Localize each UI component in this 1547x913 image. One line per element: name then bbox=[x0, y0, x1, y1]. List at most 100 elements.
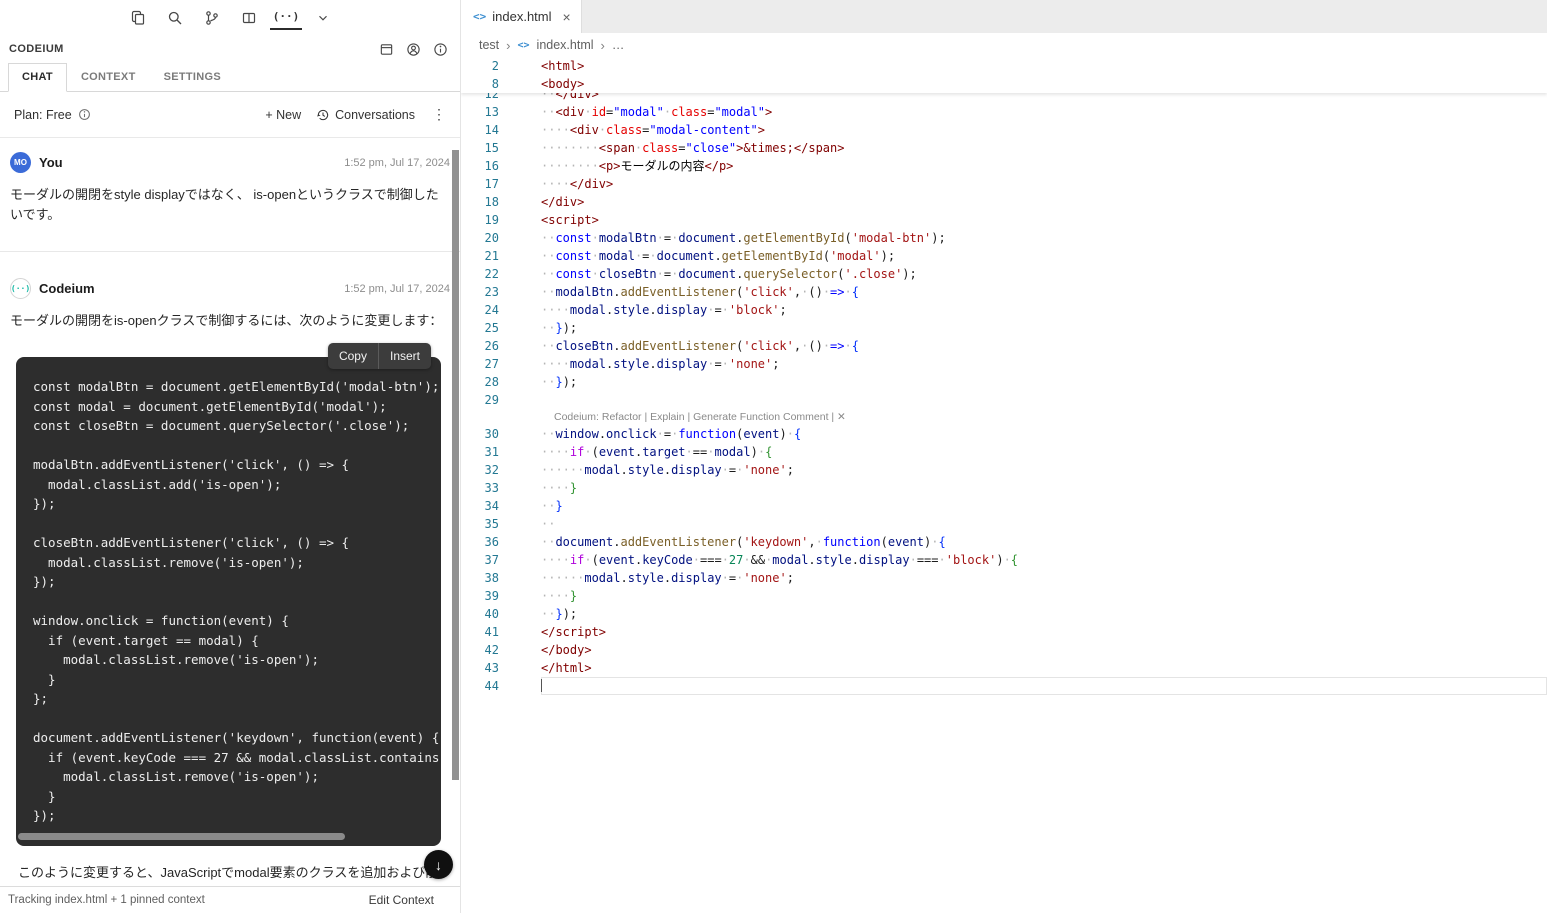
line-content[interactable]: ··}); bbox=[541, 605, 1547, 623]
line-number[interactable]: 43 bbox=[461, 659, 499, 677]
editor-code-area[interactable]: 2<html>8<body> 12··</div>13··<div·id="mo… bbox=[461, 57, 1547, 913]
line-number[interactable]: 39 bbox=[461, 587, 499, 605]
scroll-to-bottom-button[interactable]: ↓ bbox=[424, 850, 453, 879]
code-line[interactable]: 39 ····} bbox=[461, 587, 1547, 605]
line-number[interactable]: 16 bbox=[461, 157, 499, 175]
chevron-down-icon[interactable] bbox=[313, 7, 333, 29]
code-line[interactable]: 20 ··const·modalBtn·=·document.getElement… bbox=[461, 229, 1547, 247]
chat-scrollbar-thumb[interactable] bbox=[452, 150, 459, 780]
line-content[interactable]: ··} bbox=[541, 497, 1547, 515]
line-content[interactable] bbox=[541, 677, 1547, 695]
code-line[interactable]: 28 ··}); bbox=[461, 373, 1547, 391]
line-number[interactable]: 2 bbox=[461, 57, 499, 75]
code-line[interactable]: 31 ····if·(event.target·==·modal)·{ bbox=[461, 443, 1547, 461]
line-number[interactable]: 44 bbox=[461, 677, 499, 695]
code-line[interactable]: 14 ····<div·class="modal-content"> bbox=[461, 121, 1547, 139]
code-line[interactable]: 37 ····if·(event.keyCode·===·27·&&·modal.… bbox=[461, 551, 1547, 569]
line-number[interactable]: 24 bbox=[461, 301, 499, 319]
code-line[interactable]: 32······modal.style.display·=·'none'; bbox=[461, 461, 1547, 479]
code-line[interactable]: 33 ····} bbox=[461, 479, 1547, 497]
line-content[interactable]: ····<div·class="modal-content"> bbox=[541, 121, 1547, 139]
line-number[interactable]: 32 bbox=[461, 461, 499, 479]
code-line[interactable]: 25··}); bbox=[461, 319, 1547, 337]
editor-tab-index-html[interactable]: <> index.html × bbox=[461, 0, 582, 33]
code-line[interactable]: 17····</div> bbox=[461, 175, 1547, 193]
line-content[interactable]: </html> bbox=[541, 659, 1547, 677]
line-content[interactable]: </script> bbox=[541, 623, 1547, 641]
line-number[interactable]: 26 bbox=[461, 337, 499, 355]
line-content[interactable]: </div> bbox=[541, 193, 1547, 211]
line-content[interactable]: ··const·modalBtn·=·document.getElementBy… bbox=[541, 229, 1547, 247]
code-line[interactable]: 42 </body> bbox=[461, 641, 1547, 659]
line-number[interactable]: 41 bbox=[461, 623, 499, 641]
line-number[interactable]: 42 bbox=[461, 641, 499, 659]
code-line[interactable]: 27····modal.style.display·=·'none'; bbox=[461, 355, 1547, 373]
line-content[interactable]: ····} bbox=[541, 479, 1547, 497]
line-content[interactable]: ··const·closeBtn·=·document.querySelecto… bbox=[541, 265, 1547, 283]
code-line[interactable]: 24 ····modal.style.display·=·'block'; bbox=[461, 301, 1547, 319]
code-line[interactable]: 26··closeBtn.addEventListener('click',·(… bbox=[461, 337, 1547, 355]
code-line[interactable]: 8 <body> bbox=[461, 75, 1547, 93]
line-content[interactable]: <script> bbox=[541, 211, 1547, 229]
code-line[interactable]: 30··window.onclick·=·function(event)·{ bbox=[461, 425, 1547, 443]
search-icon[interactable] bbox=[165, 7, 185, 29]
line-number[interactable]: 17 bbox=[461, 175, 499, 193]
line-content[interactable]: ··}); bbox=[541, 373, 1547, 391]
code-line[interactable]: 23 ··modalBtn.addEventListener('click',·(… bbox=[461, 283, 1547, 301]
line-content[interactable]: <html> bbox=[541, 57, 1547, 75]
line-number[interactable]: 13 bbox=[461, 103, 499, 121]
code-line[interactable]: 38 ······modal.style.display·=·'none'; bbox=[461, 569, 1547, 587]
code-line[interactable]: 22 ··const·closeBtn·=·document.querySelec… bbox=[461, 265, 1547, 283]
line-content[interactable]: <body> bbox=[541, 75, 1547, 93]
line-number[interactable]: 33 bbox=[461, 479, 499, 497]
code-line[interactable]: 34··} bbox=[461, 497, 1547, 515]
info-icon[interactable] bbox=[432, 41, 448, 57]
source-control-icon[interactable] bbox=[202, 7, 222, 29]
edit-context-button[interactable]: Edit Context bbox=[369, 893, 434, 907]
code-line[interactable]: 2 <html> bbox=[461, 57, 1547, 75]
line-content[interactable]: ····if·(event.keyCode·===·27·&&·modal.st… bbox=[541, 551, 1547, 569]
code-line[interactable]: 41 </script> bbox=[461, 623, 1547, 641]
codeium-view-icon[interactable]: (··) bbox=[276, 7, 296, 29]
breadcrumb-folder[interactable]: test bbox=[479, 38, 499, 52]
copy-icon[interactable] bbox=[128, 7, 148, 29]
line-content[interactable]: ······modal.style.display·=·'none'; bbox=[541, 569, 1547, 587]
line-content[interactable]: ····} bbox=[541, 587, 1547, 605]
code-line[interactable]: 21··const·modal·=·document.getElementByI… bbox=[461, 247, 1547, 265]
line-number[interactable]: 23 bbox=[461, 283, 499, 301]
line-content[interactable]: ····if·(event.target·==·modal)·{ bbox=[541, 443, 1547, 461]
codeium-codelens[interactable]: Codeium: Refactor | Explain | Generate F… bbox=[554, 411, 846, 423]
line-content[interactable]: ··<div·id="modal"·class="modal"> bbox=[541, 103, 1547, 121]
line-number[interactable]: 8 bbox=[461, 75, 499, 93]
line-content[interactable]: ··document.addEventListener('keydown',·f… bbox=[541, 533, 1547, 551]
line-number[interactable]: 19 bbox=[461, 211, 499, 229]
line-number[interactable]: 35 bbox=[461, 515, 499, 533]
line-number[interactable]: 38 bbox=[461, 569, 499, 587]
code-line[interactable]: 19 <script> bbox=[461, 211, 1547, 229]
plan-info-icon[interactable] bbox=[78, 108, 91, 121]
code-line[interactable]: 18</div> bbox=[461, 193, 1547, 211]
line-number[interactable]: 31 bbox=[461, 443, 499, 461]
line-number[interactable]: 37 bbox=[461, 551, 499, 569]
account-icon[interactable] bbox=[405, 41, 421, 57]
more-actions-icon[interactable]: ⋮ bbox=[430, 106, 448, 123]
code-line[interactable]: 36··document.addEventListener('keydown',… bbox=[461, 533, 1547, 551]
open-preview-icon[interactable] bbox=[378, 41, 394, 57]
line-content[interactable]: ·· bbox=[541, 515, 1547, 533]
line-number[interactable]: 22 bbox=[461, 265, 499, 283]
line-number[interactable]: 27 bbox=[461, 355, 499, 373]
line-number[interactable]: 14 bbox=[461, 121, 499, 139]
new-conversation-button[interactable]: + New bbox=[265, 108, 301, 122]
line-number[interactable]: 20 bbox=[461, 229, 499, 247]
line-content[interactable]: ··window.onclick·=·function(event)·{ bbox=[541, 425, 1547, 443]
line-number[interactable]: 28 bbox=[461, 373, 499, 391]
line-content[interactable]: ········<p>モーダルの内容</p> bbox=[541, 157, 1547, 175]
insert-button[interactable]: Insert bbox=[378, 343, 431, 369]
line-content[interactable]: ····modal.style.display·=·'block'; bbox=[541, 301, 1547, 319]
line-content[interactable]: </body> bbox=[541, 641, 1547, 659]
line-content[interactable]: ··}); bbox=[541, 319, 1547, 337]
code-line[interactable]: 16 ········<p>モーダルの内容</p> bbox=[461, 157, 1547, 175]
code-line[interactable]: 44 bbox=[461, 677, 1547, 695]
line-content[interactable]: ··modalBtn.addEventListener('click',·()·… bbox=[541, 283, 1547, 301]
close-tab-icon[interactable]: × bbox=[563, 10, 571, 24]
